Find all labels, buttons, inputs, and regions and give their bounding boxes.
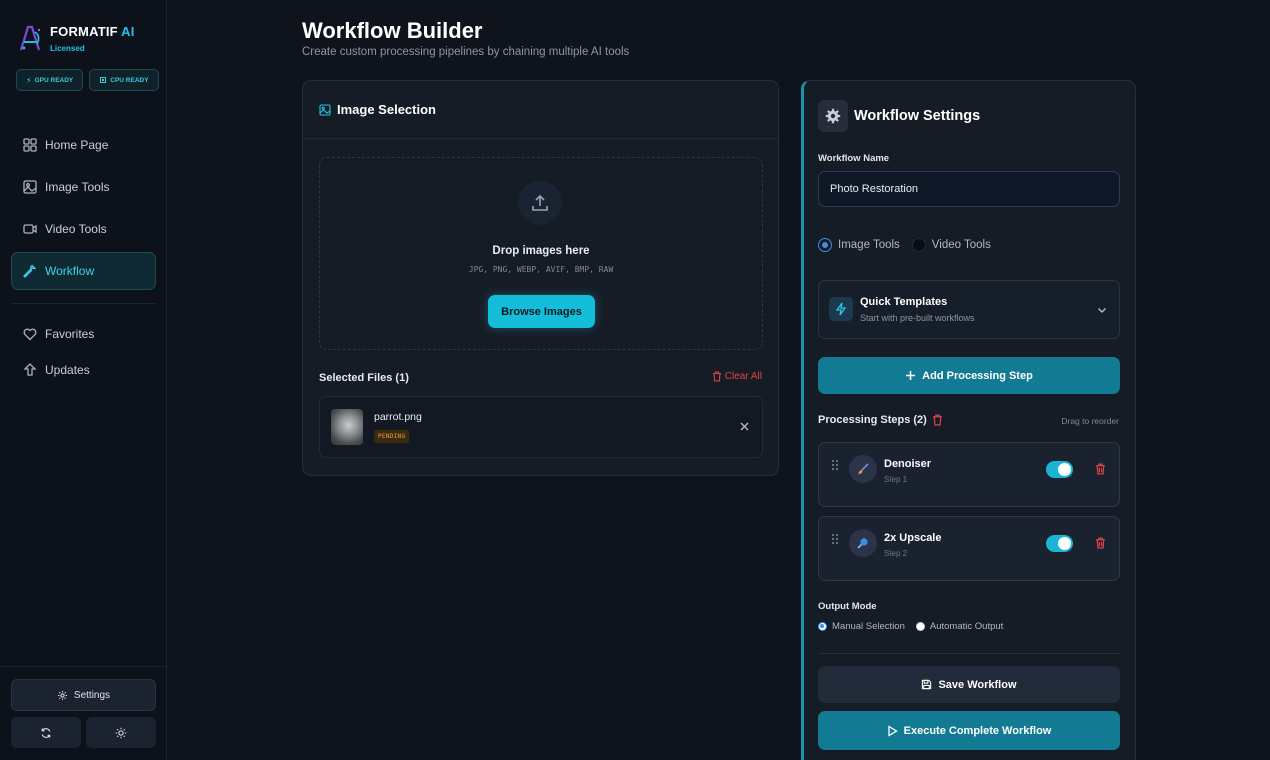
trash-icon bbox=[712, 371, 721, 382]
quick-templates-dropdown[interactable]: Quick Templates Start with pre-built wor… bbox=[818, 280, 1120, 339]
trash-icon[interactable] bbox=[1095, 463, 1106, 475]
step-name: 2x Upscale bbox=[884, 532, 942, 544]
refresh-button[interactable] bbox=[11, 717, 81, 748]
video-tools-radio[interactable] bbox=[911, 238, 926, 252]
license-status: Licensed bbox=[50, 44, 85, 53]
upload-arrow-icon bbox=[23, 363, 37, 376]
image-selection-header: Image Selection bbox=[303, 81, 778, 139]
drag-handle-icon[interactable] bbox=[831, 459, 839, 471]
trash-icon[interactable] bbox=[1095, 537, 1106, 549]
drop-title: Drop images here bbox=[492, 245, 590, 257]
status-badge: PENDING bbox=[374, 430, 410, 443]
gear-icon bbox=[57, 690, 67, 700]
settings-button[interactable]: Settings bbox=[11, 679, 156, 711]
quick-templates-title: Quick Templates bbox=[860, 296, 948, 308]
play-icon bbox=[887, 724, 898, 737]
wrench-icon bbox=[23, 264, 36, 278]
quick-templates-icon-box bbox=[829, 297, 853, 321]
step-number: Step 2 bbox=[884, 549, 908, 558]
workflow-name-label: Workflow Name bbox=[818, 153, 890, 164]
selected-files-label: Selected Files (1) bbox=[319, 372, 409, 384]
image-selection-title: Image Selection bbox=[337, 102, 436, 117]
image-tools-radio-label[interactable]: Image Tools bbox=[838, 239, 900, 251]
video-tools-radio-label[interactable]: Video Tools bbox=[932, 239, 991, 251]
image-icon bbox=[319, 103, 331, 116]
image-icon bbox=[23, 180, 37, 194]
step-enable-toggle[interactable] bbox=[1046, 461, 1073, 478]
trash-icon[interactable] bbox=[932, 414, 943, 426]
cpu-ready-badge: CPU READY bbox=[89, 69, 159, 91]
drag-hint: Drag to reorder bbox=[1061, 416, 1119, 426]
secondary-nav: Favorites Updates bbox=[11, 316, 156, 388]
nav-home-page[interactable]: Home Page bbox=[11, 126, 156, 164]
brush-icon bbox=[849, 455, 877, 483]
step-name: Denoiser bbox=[884, 458, 932, 470]
output-mode-label: Output Mode bbox=[818, 601, 877, 612]
output-mode-selector: Manual Selection Automatic Output bbox=[818, 621, 1003, 632]
processing-steps-label: Processing Steps (2) bbox=[818, 414, 943, 426]
settings-divider bbox=[818, 653, 1120, 654]
page-title: Workflow Builder bbox=[302, 18, 483, 43]
main-nav: Home Page Image Tools Video Tools Workfl… bbox=[11, 126, 156, 294]
drag-handle-icon[interactable] bbox=[831, 533, 839, 545]
add-processing-step-button[interactable]: Add Processing Step bbox=[818, 357, 1120, 394]
step-number: Step 1 bbox=[884, 475, 908, 484]
sidebar: FORMATIF AI Licensed ⚡ GPU READY CPU REA… bbox=[0, 0, 167, 760]
grid-icon bbox=[23, 138, 37, 152]
brand-name: FORMATIF AI bbox=[50, 24, 135, 39]
manual-selection-radio[interactable] bbox=[818, 622, 827, 631]
clear-all-button[interactable]: Clear All bbox=[712, 371, 762, 382]
chip-icon bbox=[100, 77, 107, 83]
gear-icon bbox=[825, 108, 841, 124]
workflow-name-input[interactable] bbox=[818, 171, 1120, 207]
magnify-icon bbox=[849, 529, 877, 557]
tool-type-selector: Image Tools Video Tools bbox=[818, 238, 991, 252]
save-workflow-button[interactable]: Save Workflow bbox=[818, 666, 1120, 703]
upload-icon-circle bbox=[518, 181, 562, 225]
upload-icon bbox=[532, 194, 548, 211]
theme-toggle-button[interactable] bbox=[86, 717, 156, 748]
nav-favorites[interactable]: Favorites bbox=[11, 316, 156, 352]
image-tools-radio[interactable] bbox=[818, 238, 832, 252]
gpu-ready-badge: ⚡ GPU READY bbox=[16, 69, 84, 91]
remove-file-icon[interactable] bbox=[739, 421, 750, 432]
workflow-settings-panel: Workflow Settings Workflow Name Image To… bbox=[801, 80, 1136, 760]
sun-icon bbox=[115, 727, 127, 738]
nav-divider bbox=[11, 303, 156, 304]
plus-icon bbox=[906, 371, 916, 380]
file-thumbnail bbox=[331, 409, 363, 445]
quick-templates-subtitle: Start with pre-built workflows bbox=[860, 313, 975, 323]
browse-images-button[interactable]: Browse Images bbox=[488, 295, 595, 328]
execute-workflow-button[interactable]: Execute Complete Workflow bbox=[818, 711, 1120, 750]
video-icon bbox=[23, 224, 37, 234]
supported-formats: JPG, PNG, WEBP, AVIF, BMP, RAW bbox=[468, 265, 614, 274]
image-selection-panel: Image Selection Drop images here JPG, PN… bbox=[302, 80, 779, 476]
bolt-icon bbox=[835, 302, 847, 316]
nav-image-tools[interactable]: Image Tools bbox=[11, 168, 156, 206]
processing-step-card[interactable]: Denoiser Step 1 bbox=[818, 442, 1120, 507]
automatic-output-radio[interactable] bbox=[915, 622, 925, 631]
step-enable-toggle[interactable] bbox=[1046, 535, 1073, 552]
settings-header-icon bbox=[818, 100, 848, 132]
processing-step-card[interactable]: 2x Upscale Step 2 bbox=[818, 516, 1120, 581]
brand: FORMATIF AI Licensed bbox=[18, 24, 135, 53]
chevron-down-icon bbox=[1098, 308, 1106, 313]
nav-video-tools[interactable]: Video Tools bbox=[11, 210, 156, 248]
file-name: parrot.png bbox=[374, 411, 422, 423]
nav-workflow[interactable]: Workflow bbox=[11, 252, 156, 290]
file-list-item[interactable]: parrot.png PENDING bbox=[319, 396, 763, 458]
refresh-icon bbox=[41, 727, 51, 738]
app-logo-icon bbox=[19, 25, 41, 51]
automatic-output-label[interactable]: Automatic Output bbox=[930, 621, 1003, 632]
image-dropzone[interactable]: Drop images here JPG, PNG, WEBP, AVIF, B… bbox=[319, 157, 763, 350]
nav-updates[interactable]: Updates bbox=[11, 352, 156, 388]
sidebar-footer-divider bbox=[0, 666, 167, 667]
save-icon bbox=[922, 679, 932, 690]
heart-icon bbox=[23, 328, 37, 341]
bolt-icon: ⚡ bbox=[26, 75, 32, 85]
manual-selection-label[interactable]: Manual Selection bbox=[832, 621, 905, 632]
hardware-badges: ⚡ GPU READY CPU READY bbox=[16, 69, 159, 91]
workflow-settings-title: Workflow Settings bbox=[854, 108, 981, 124]
page-subtitle: Create custom processing pipelines by ch… bbox=[302, 46, 630, 58]
